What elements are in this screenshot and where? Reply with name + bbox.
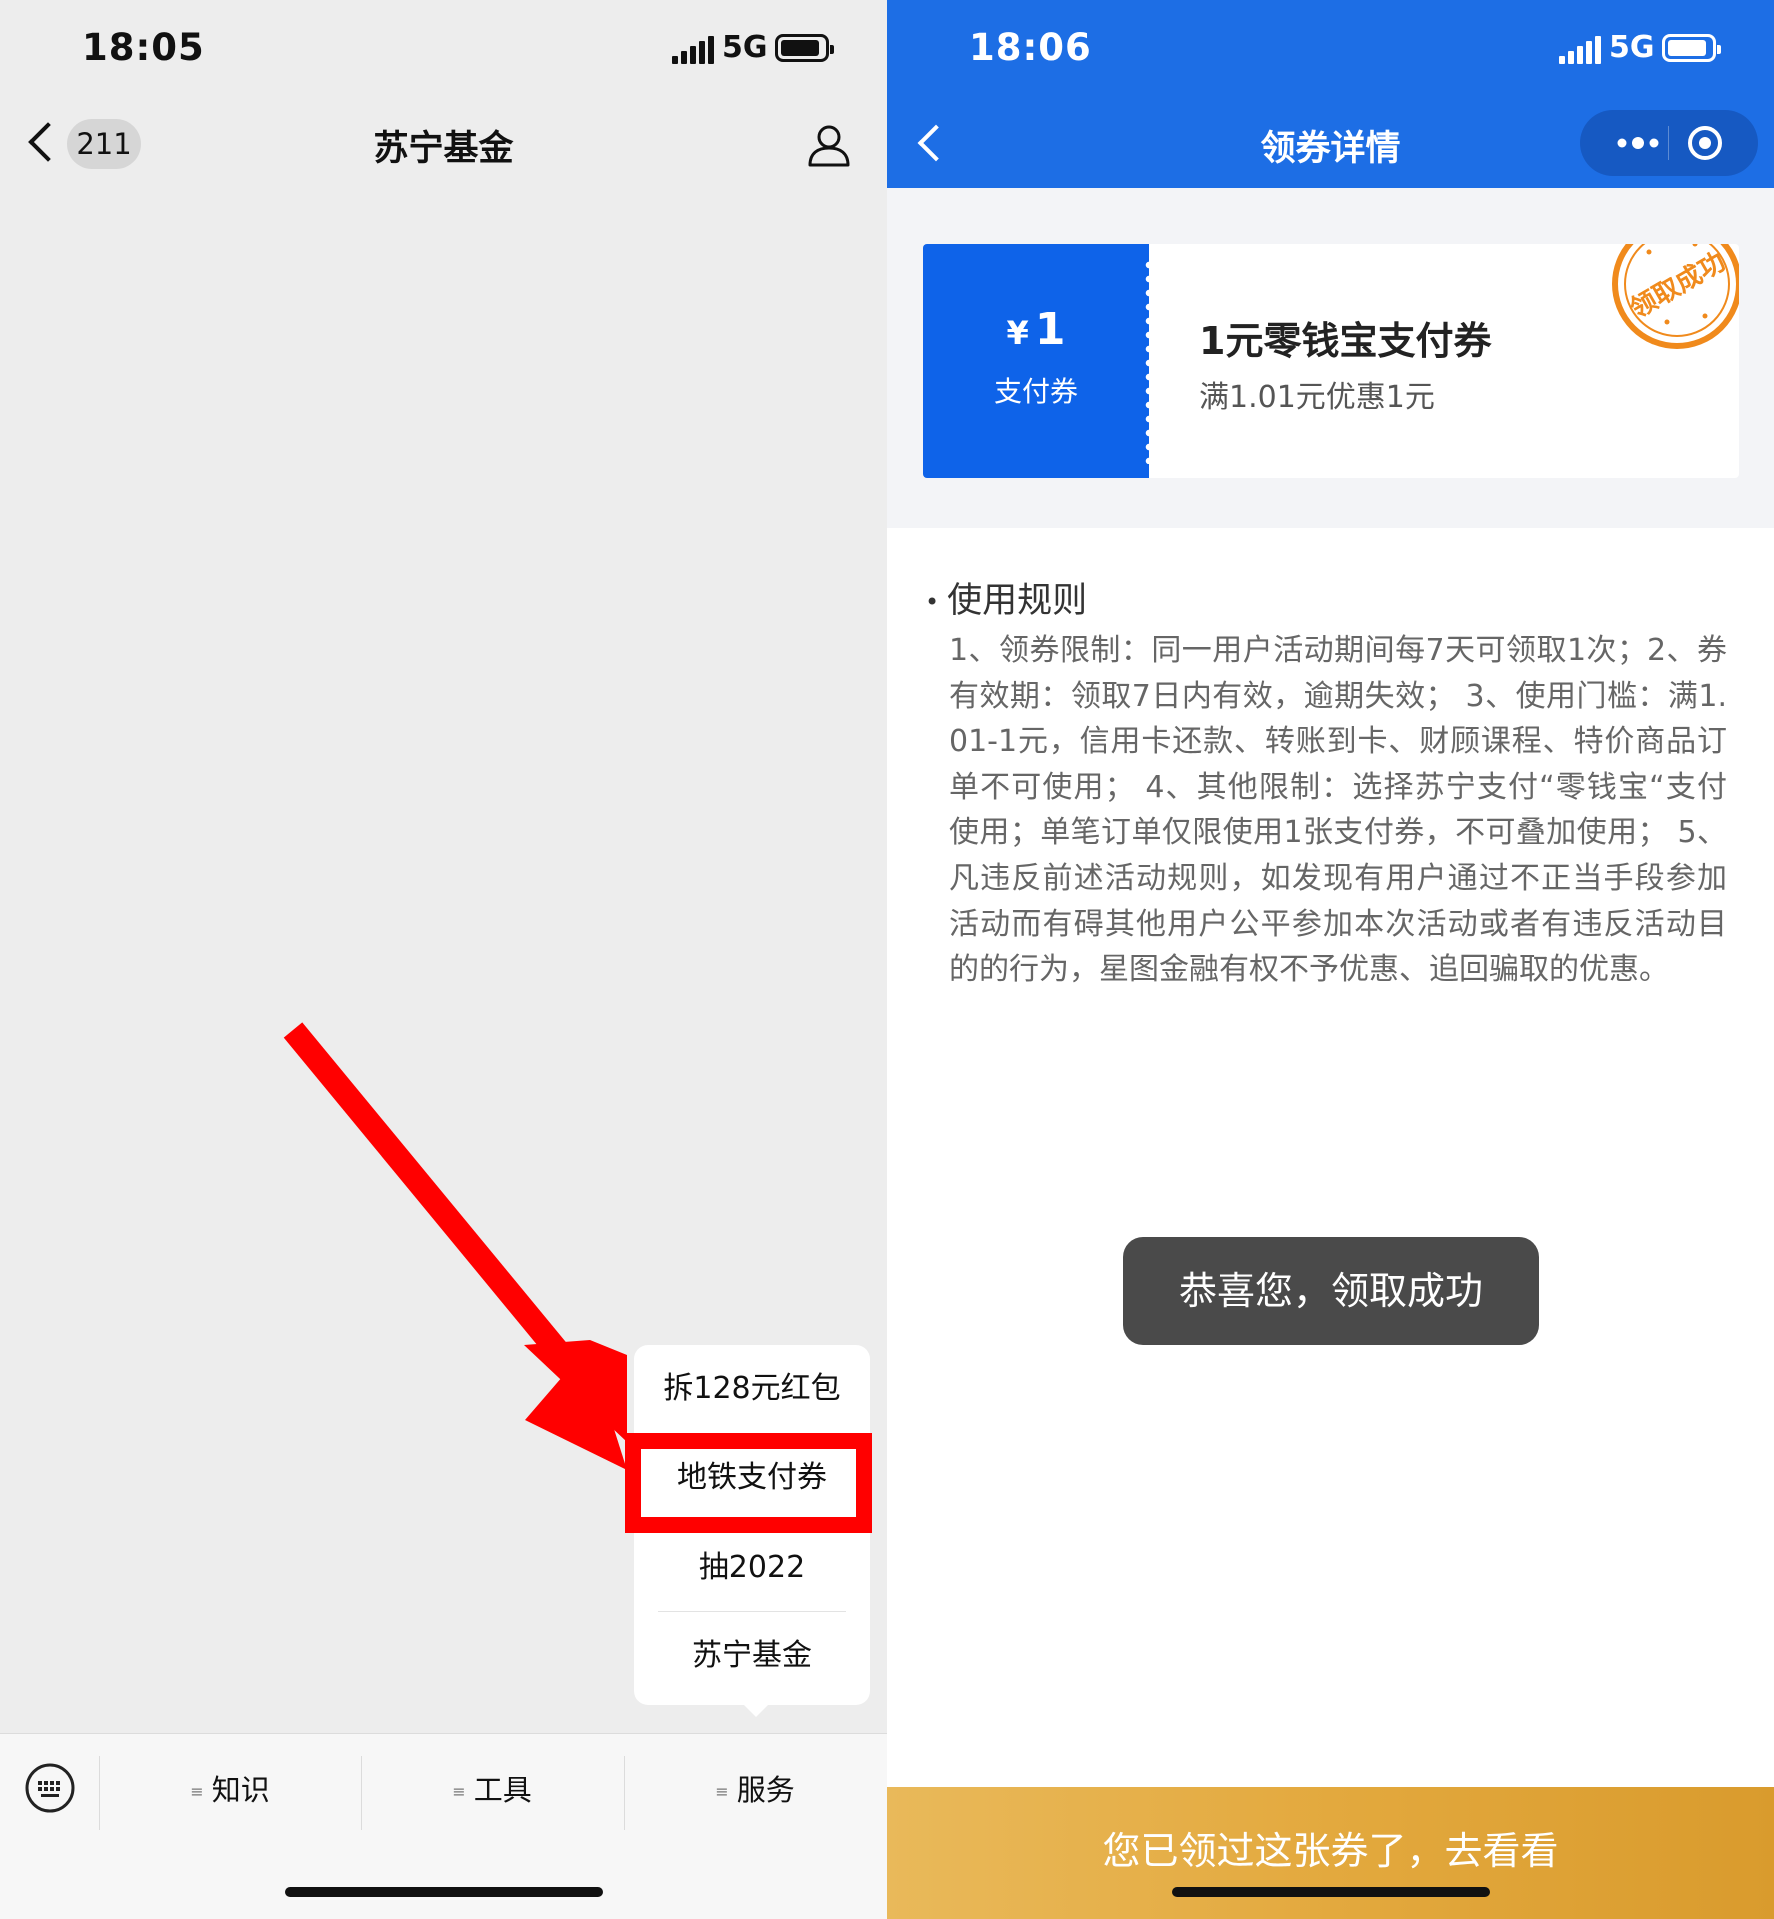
status-time: 18:05: [82, 26, 205, 69]
coupon-area: ¥1 支付券 1元零钱宝支付券 满1.01元优惠1元 领取成功: [887, 188, 1774, 528]
home-indicator[interactable]: [285, 1887, 603, 1897]
battery-icon: [775, 34, 834, 62]
menu-tab-services[interactable]: ≡ 服务: [624, 1750, 886, 1830]
network-label: 5G: [722, 30, 768, 65]
menu-lines-icon: ≡: [715, 1782, 729, 1801]
rules-body: 1、领券限制：同一用户活动期间每7天可领取1次；2、券有效期：领取7日内有效，逾…: [949, 633, 1727, 988]
home-indicator[interactable]: [1172, 1887, 1490, 1897]
coupon-amount-value: 1: [1034, 304, 1066, 355]
success-toast: 恭喜您，领取成功: [1123, 1237, 1539, 1345]
status-time: 18:06: [969, 26, 1092, 69]
coupon-condition: 满1.01元优惠1元: [1199, 380, 1435, 415]
menu-tab-label: 知识: [211, 1773, 270, 1807]
menu-lines-icon: ≡: [452, 1782, 466, 1801]
coupon-detail-header: 18:06 5G 领券详情: [887, 0, 1774, 188]
currency-symbol: ¥: [1006, 314, 1029, 352]
signal-icon: [672, 36, 714, 64]
popup-item-draw-2022[interactable]: 抽2022: [658, 1523, 846, 1611]
popup-item-red-packet[interactable]: 拆128元红包: [658, 1345, 846, 1433]
official-account-menu-bar: ≡ 知识 ≡ 工具 ≡ 服务: [0, 1733, 887, 1919]
coupon-value-panel: ¥1 支付券: [923, 244, 1153, 478]
menu-tab-knowledge[interactable]: ≡ 知识: [99, 1750, 361, 1830]
stamp-text: 领取成功: [1625, 246, 1731, 325]
coupon-info-panel: 1元零钱宝支付券 满1.01元优惠1元 领取成功: [1149, 244, 1739, 478]
capsule-divider: [1668, 126, 1669, 160]
menu-lines-icon: ≡: [190, 1782, 204, 1801]
menu-tab-label: 服务: [736, 1773, 795, 1807]
claimed-stamp-icon: 领取成功: [1612, 244, 1739, 349]
popup-item-suning-fund[interactable]: 苏宁基金: [658, 1611, 846, 1699]
coupon-type: 支付券: [993, 375, 1078, 408]
more-dots-icon[interactable]: [1608, 130, 1668, 156]
menu-tab-tools[interactable]: ≡ 工具: [361, 1750, 623, 1830]
keyboard-icon[interactable]: [24, 1762, 76, 1814]
close-target-icon[interactable]: [1686, 124, 1724, 162]
person-icon[interactable]: [806, 122, 852, 168]
left-screen: 18:05 5G 211 苏宁基金 拆128元红包 地铁支付券 抽2022 苏宁…: [0, 0, 887, 1919]
right-screen: 18:06 5G 领券详情 ¥1 支付券 1元零钱宝支付券 满1.01元优惠1元: [887, 0, 1774, 1919]
battery-icon: [1662, 34, 1721, 62]
bullet-dot-icon: •: [925, 588, 940, 616]
mini-program-capsule: [1580, 110, 1758, 176]
coupon-amount: ¥1: [923, 304, 1149, 355]
menu-tab-label: 工具: [473, 1773, 532, 1807]
signal-icon: [1559, 36, 1601, 64]
coupon-name: 1元零钱宝支付券: [1199, 319, 1492, 363]
rules-title: 使用规则: [947, 581, 1088, 621]
chat-nav-bar: 211 苏宁基金: [0, 100, 887, 190]
rules-heading: • 使用规则: [925, 572, 1087, 623]
chat-title: 苏宁基金: [373, 129, 514, 169]
status-bar: 18:05 5G: [0, 0, 887, 100]
network-label: 5G: [1609, 30, 1655, 65]
highlight-box: [625, 1433, 872, 1533]
view-coupon-button[interactable]: 您已领过这张券了，去看看: [887, 1787, 1774, 1919]
